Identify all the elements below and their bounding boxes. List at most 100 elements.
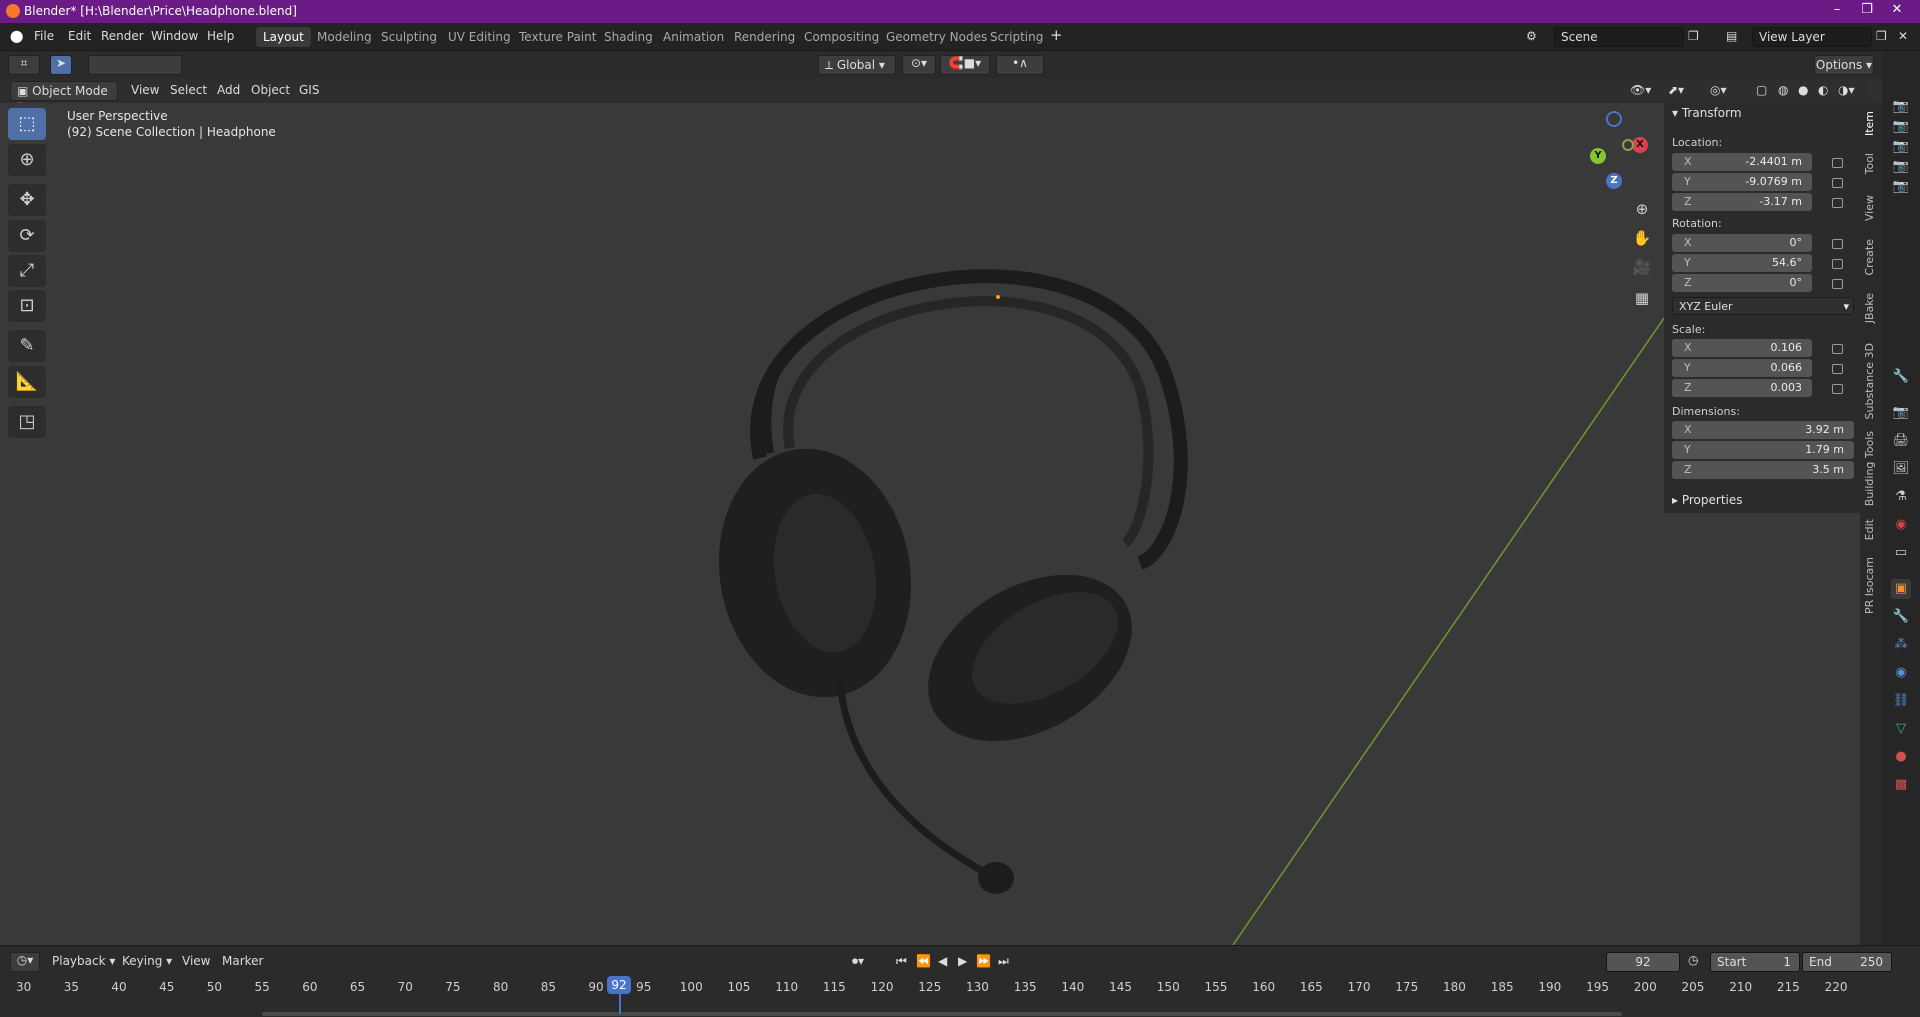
output-properties-icon[interactable]: 🖨 [1891, 431, 1911, 451]
visibility-icon[interactable]: 👁▾ [1630, 83, 1651, 97]
current-frame-marker[interactable]: 92 [607, 976, 631, 994]
scene-copy-icon[interactable]: ❐ [1688, 29, 1699, 43]
annotate-tool-icon[interactable]: ✎ [8, 330, 46, 362]
menu-help[interactable]: Help [207, 29, 234, 43]
timeline-editor-type-icon[interactable]: ◷▾ [10, 952, 40, 972]
transform-orientation-dropdown[interactable]: ⟂ Global ▾ [818, 55, 896, 75]
gizmo-z-axis[interactable]: Z [1606, 173, 1622, 189]
rotation-z-field[interactable]: Z 0° [1672, 274, 1812, 292]
scale-z-field[interactable]: Z 0.003 [1672, 379, 1812, 397]
outliner-camera-icon[interactable]: 📷 [1891, 137, 1911, 157]
options-dropdown[interactable]: Options ▾ [1814, 55, 1874, 75]
location-x-field[interactable]: X -2.4401 m [1672, 153, 1812, 171]
scene-field[interactable]: Scene [1554, 27, 1684, 47]
move-tool-icon[interactable]: ✥ [8, 184, 46, 216]
current-frame-field[interactable]: 92 [1606, 952, 1680, 972]
outliner-camera-icon[interactable]: 📷 [1891, 117, 1911, 137]
lock-icon[interactable] [1832, 364, 1843, 374]
zoom-icon[interactable]: ⊕ [1630, 197, 1654, 221]
gizmo-toggle-icon[interactable]: ⬈▾ [1668, 83, 1684, 97]
tab-building-tools[interactable]: Building Tools [1863, 431, 1879, 506]
world-properties-icon[interactable]: ◉ [1891, 515, 1911, 535]
timeline-menu-marker[interactable]: Marker [222, 954, 263, 968]
data-properties-icon[interactable]: ▽ [1891, 719, 1911, 739]
lock-icon[interactable] [1832, 198, 1843, 208]
timeline-menu-keying[interactable]: Keying ▾ [122, 954, 172, 968]
location-y-field[interactable]: Y -9.0769 m [1672, 173, 1812, 191]
tab-texture-paint[interactable]: Texture Paint [512, 27, 603, 47]
menu-file[interactable]: File [34, 29, 54, 43]
view-layer-field[interactable]: View Layer [1752, 27, 1872, 47]
texture-properties-icon[interactable]: ▩ [1891, 775, 1911, 795]
proportional-edit-icon[interactable]: •∧ [996, 55, 1044, 75]
transform-tool-icon[interactable]: ⊡ [8, 290, 46, 322]
play-reverse-icon[interactable]: ◀ [938, 954, 947, 968]
lock-icon[interactable] [1832, 259, 1843, 269]
shading-solid-icon[interactable]: ● [1798, 83, 1808, 97]
lock-icon[interactable] [1832, 239, 1843, 249]
record-icon[interactable]: ⏺▾ [852, 954, 864, 969]
play-icon[interactable]: ▶ [958, 954, 967, 968]
dimensions-z-field[interactable]: Z 3.5 m [1672, 461, 1854, 479]
cursor-tool-icon[interactable]: ⊕ [8, 144, 46, 176]
prev-keyframe-icon[interactable]: ⏪ [916, 954, 931, 968]
rotation-mode-dropdown[interactable]: XYZ Euler ▾ [1672, 297, 1854, 315]
lock-icon[interactable] [1832, 158, 1843, 168]
tab-rendering[interactable]: Rendering [727, 27, 802, 47]
tab-substance-3d[interactable]: Substance 3D [1863, 343, 1879, 419]
preview-range-icon[interactable]: ◷ [1688, 953, 1698, 967]
object-properties-icon[interactable]: ▣ [1891, 579, 1911, 599]
lock-icon[interactable] [1832, 384, 1843, 394]
lock-icon[interactable] [1832, 344, 1843, 354]
location-z-field[interactable]: Z -3.17 m [1672, 193, 1812, 211]
dimensions-x-field[interactable]: X 3.92 m [1672, 421, 1854, 439]
gizmo-x-axis[interactable]: X [1632, 137, 1648, 153]
tab-pr-isocam[interactable]: PR Isocam [1863, 557, 1879, 614]
jump-start-icon[interactable]: ⏮ [896, 954, 907, 969]
tab-animation[interactable]: Animation [656, 27, 731, 47]
header-menu-gis[interactable]: GIS [299, 83, 319, 97]
tool-properties-icon[interactable]: 🔧 [1891, 367, 1911, 387]
scale-x-field[interactable]: X 0.106 [1672, 339, 1812, 357]
gizmo-y-axis[interactable]: Y [1590, 148, 1606, 164]
tab-uv-editing[interactable]: UV Editing [441, 27, 518, 47]
transform-panel-header[interactable]: ▾ Transform [1672, 106, 1742, 120]
pivot-point-icon[interactable]: ⊙▾ [902, 55, 936, 75]
tab-tool[interactable]: Tool [1863, 153, 1879, 174]
add-workspace-icon[interactable]: + [1050, 26, 1063, 44]
constraints-properties-icon[interactable]: ⛓ [1891, 691, 1911, 711]
physics-properties-icon[interactable]: ◉ [1891, 663, 1911, 683]
playhead[interactable] [619, 994, 621, 1014]
view-layer-remove-icon[interactable]: ✕ [1898, 29, 1908, 43]
ortho-grid-icon[interactable]: ▦ [1630, 286, 1654, 310]
particles-properties-icon[interactable]: ⁂ [1891, 635, 1911, 655]
modifier-properties-icon[interactable]: 🔧 [1891, 607, 1911, 627]
outliner-camera-icon[interactable]: 📷 [1891, 97, 1911, 117]
timeline-menu-playback[interactable]: Playback ▾ [52, 954, 115, 968]
outliner-camera-icon[interactable]: 📷 [1891, 177, 1911, 197]
view-layer-properties-icon[interactable]: 🖼 [1891, 459, 1911, 479]
viewport-canvas[interactable] [0, 103, 1864, 945]
tab-edit[interactable]: Edit [1863, 519, 1879, 540]
add-cube-tool-icon[interactable]: ◳ [8, 406, 46, 438]
restore-icon[interactable]: ❐ [1852, 2, 1882, 20]
menu-window[interactable]: Window [151, 29, 198, 43]
tab-modeling[interactable]: Modeling [310, 27, 379, 47]
rotation-y-field[interactable]: Y 54.6° [1672, 254, 1812, 272]
rotation-x-field[interactable]: X 0° [1672, 234, 1812, 252]
select-box-tool-icon[interactable]: ⬚ [8, 108, 46, 140]
material-properties-icon[interactable]: ● [1891, 747, 1911, 767]
scale-tool-icon[interactable]: ⤢ [8, 255, 46, 287]
outliner-camera-icon[interactable]: 📷 [1891, 157, 1911, 177]
selection-mode-buttons[interactable] [88, 55, 182, 75]
pan-hand-icon[interactable]: ✋ [1630, 226, 1654, 250]
rotate-tool-icon[interactable]: ⟳ [8, 220, 46, 252]
object-mode-dropdown[interactable]: ▣ Object Mode ▾ [10, 81, 118, 112]
lock-icon[interactable] [1832, 279, 1843, 289]
timeline-scrollbar[interactable] [262, 1012, 1622, 1016]
lock-icon[interactable] [1832, 178, 1843, 188]
tab-layout[interactable]: Layout [256, 27, 311, 47]
3d-viewport[interactable]: User Perspective (92) Scene Collection |… [0, 103, 1864, 945]
gizmo-neg-y[interactable] [1622, 139, 1634, 151]
close-icon[interactable]: ✕ [1882, 2, 1912, 20]
